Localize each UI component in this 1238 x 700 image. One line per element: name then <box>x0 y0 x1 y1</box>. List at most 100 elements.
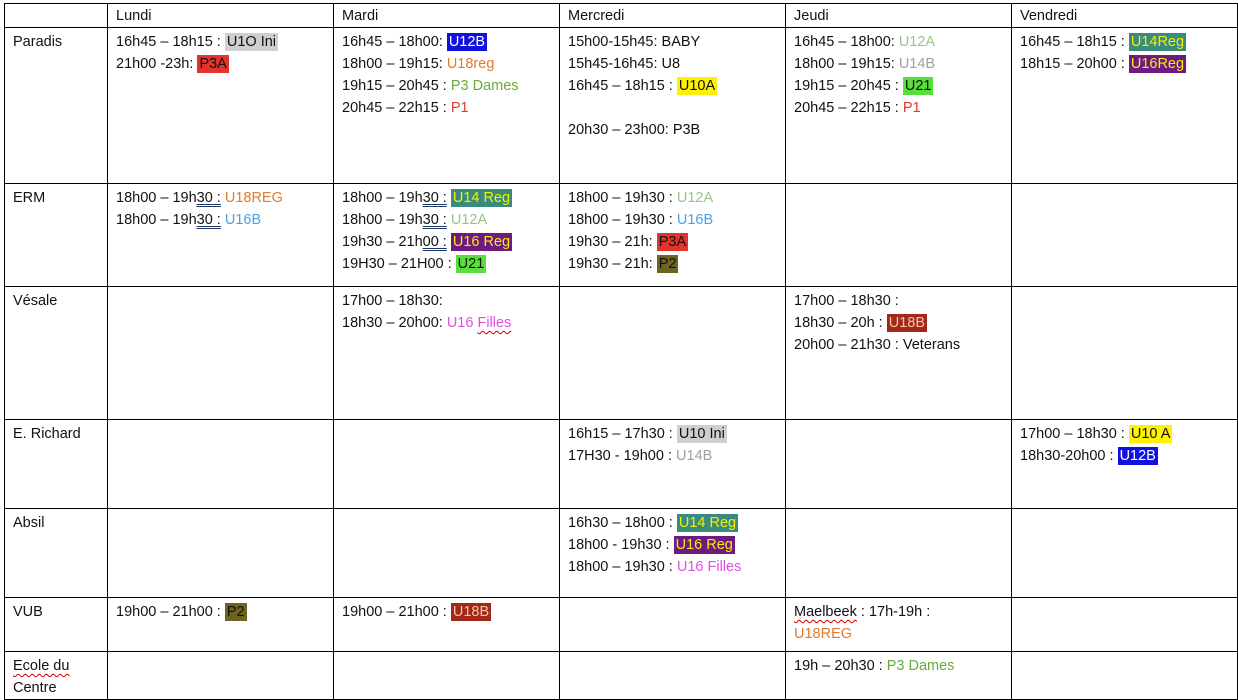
slot-cell: 19h00 – 21h00 : U18B <box>333 597 560 652</box>
slot-time: 20h45 – 22h15 : <box>794 100 903 116</box>
slot-time: 17h00 – 18h30: <box>342 293 443 309</box>
slot-time: 18h00 - 19h30 : <box>568 537 674 553</box>
team-tag: U10 A <box>1128 425 1173 443</box>
day-header-jeudi: Jeudi <box>785 3 1012 28</box>
team-tag: U16B <box>225 212 261 228</box>
slot-cell: 16h30 – 18h00 : U14 Reg 18h00 - 19h30 : U… <box>559 508 786 598</box>
venue-cell: Paradis <box>4 27 108 184</box>
team-label: U21 <box>904 78 932 94</box>
slot-time-underlined: 30 : <box>422 212 447 228</box>
slot-time: 18h00 – 19h <box>342 212 423 228</box>
slot-entry: 18h30 – 20h : U18B <box>794 312 1003 334</box>
slot-entry: 18h15 – 20h00 : U16Reg <box>1020 53 1229 75</box>
team-label: U16B <box>224 212 262 228</box>
team-tag: U14B <box>899 56 935 72</box>
schedule-row: Vésale 17h00 – 18h30: 18h30 – 20h00: U16 F… <box>4 286 1238 420</box>
slot-time: : 17h-19h : <box>856 604 931 620</box>
slot-time: 18h00 – 19h30 : <box>568 559 677 575</box>
slot-cell: 18h00 – 19h30 : U12A 18h00 – 19h30 : U16B… <box>559 183 786 287</box>
slot-time: 15h00-15h45: BABY <box>568 34 701 50</box>
team-tag: P3 Dames <box>451 78 519 94</box>
team-label: U16Reg <box>1130 56 1185 72</box>
slot-cell <box>559 597 786 652</box>
slot-entry: 19h15 – 20h45 : U21 <box>794 75 1003 97</box>
team-tag: U18REG <box>225 190 283 206</box>
slot-entry: 19h30 – 21h00 : U16 Reg <box>342 231 551 253</box>
slot-entry: 19h30 – 21h: P3A <box>568 231 777 253</box>
slot-entry: 18h00 – 19h30 : U18REG <box>116 187 325 209</box>
team-tag: U16 Filles <box>677 559 741 575</box>
slot-entry: 19h15 – 20h45 : P3 Dames <box>342 75 551 97</box>
team-label-2: Filles <box>477 315 512 331</box>
team-tag: U14B <box>676 448 712 464</box>
slot-time: 19h15 – 20h45 : <box>342 78 451 94</box>
venue-cell: Ecole du Centre <box>4 651 108 700</box>
slot-cell: 16h45 – 18h00: U12B 18h00 – 19h15: U18reg… <box>333 27 560 184</box>
slot-time: 18h15 – 20h00 : <box>1020 56 1129 72</box>
team-label: U10A <box>678 78 716 94</box>
slot-time-underlined: 30 : <box>422 190 447 206</box>
team-label: P2 <box>226 604 245 620</box>
slot-time: 18h00 – 19h <box>116 190 197 206</box>
slot-time: 18h00 – 19h30 : <box>568 190 677 206</box>
slot-cell <box>1011 183 1238 287</box>
slot-entry: 19h00 – 21h00 : P2 <box>116 601 325 623</box>
slot-cell: 18h00 – 19h30 : U14 Reg 18h00 – 19h30 : U… <box>333 183 560 287</box>
slot-entry: 18h00 – 19h30 : U16B <box>568 209 777 231</box>
team-tag: U10A <box>676 77 718 95</box>
team-label: U10 A <box>1130 426 1171 442</box>
schedule-row: Ecole du Centre 19h – 20h30 : P3 Dames <box>4 651 1238 700</box>
slot-entry: 16h30 – 18h00 : U14 Reg <box>568 512 777 534</box>
slot-time: 16h30 – 18h00 : <box>568 515 677 531</box>
slot-entry: 19h30 – 21h: P2 <box>568 253 777 275</box>
corner-cell <box>4 3 108 28</box>
slot-entry: 18h30 – 20h00: U16 Filles <box>342 312 551 334</box>
slot-cell: 16h45 – 18h00: U12A 18h00 – 19h15: U14B 19… <box>785 27 1012 184</box>
header-row: Lundi Mardi Mercredi Jeudi Vendredi <box>4 3 1238 28</box>
team-label: U14B <box>676 448 713 464</box>
team-label: U18B <box>888 315 926 331</box>
slot-entry: 18h00 – 19h30 : U16 Filles <box>568 556 777 578</box>
slot-cell <box>1011 286 1238 420</box>
slot-time: 16h45 – 18h15 : <box>1020 34 1129 50</box>
slot-entry: 18h30-20h00 : U12B <box>1020 445 1229 467</box>
team-label: U16B <box>676 212 714 228</box>
team-tag: P3 Dames <box>887 658 955 674</box>
location-name: Maelbeek <box>794 604 857 620</box>
team-tag: P1 <box>451 100 469 116</box>
venue-name: E. Richard <box>13 426 81 442</box>
slot-cell <box>1011 508 1238 598</box>
slot-entry: 15h45-16h45: U8 <box>568 53 777 75</box>
slot-entry: 17h00 – 18h30 : U10 A <box>1020 423 1229 445</box>
slot-cell: 18h00 – 19h30 : U18REG 18h00 – 19h30 : U1… <box>107 183 334 287</box>
slot-time: 19H30 – 21H00 : <box>342 256 456 272</box>
team-label: U12A <box>450 212 488 228</box>
slot-cell <box>333 419 560 509</box>
slot-time: 16h45 – 18h00: <box>342 34 447 50</box>
team-label: U12A <box>898 34 936 50</box>
slot-cell: 17h00 – 18h30: 18h30 – 20h00: U16 Filles <box>333 286 560 420</box>
team-tag: U12A <box>677 190 713 206</box>
slot-entry: 20h45 – 22h15 : P1 <box>342 97 551 119</box>
slot-entry: 17H30 - 19h00 : U14B <box>568 445 777 467</box>
slot-time: 19h30 – 21h: <box>568 256 657 272</box>
team-tag: U21 <box>455 255 487 273</box>
slot-cell <box>333 508 560 598</box>
slot-time: 18h30 – 20h : <box>794 315 887 331</box>
team-tag: P2 <box>656 255 679 273</box>
slot-cell <box>107 508 334 598</box>
slot-time-underlined: 30 : <box>196 212 221 228</box>
venue-cell: E. Richard <box>4 419 108 509</box>
team-label: U16 Reg <box>452 234 511 250</box>
team-tag: U12B <box>1117 447 1158 465</box>
slot-cell: 17h00 – 18h30 : 18h30 – 20h : U18B 20h00 –… <box>785 286 1012 420</box>
slot-cell <box>559 651 786 700</box>
slot-cell <box>333 651 560 700</box>
team-tag: P3A <box>197 55 229 73</box>
team-tag: U18REG <box>794 626 852 642</box>
venue-name: Vésale <box>13 293 58 309</box>
slot-time: 19h15 – 20h45 : <box>794 78 903 94</box>
slot-cell: 17h00 – 18h30 : U10 A 18h30-20h00 : U12B <box>1011 419 1238 509</box>
slot-entry: U18REG <box>794 623 1003 645</box>
